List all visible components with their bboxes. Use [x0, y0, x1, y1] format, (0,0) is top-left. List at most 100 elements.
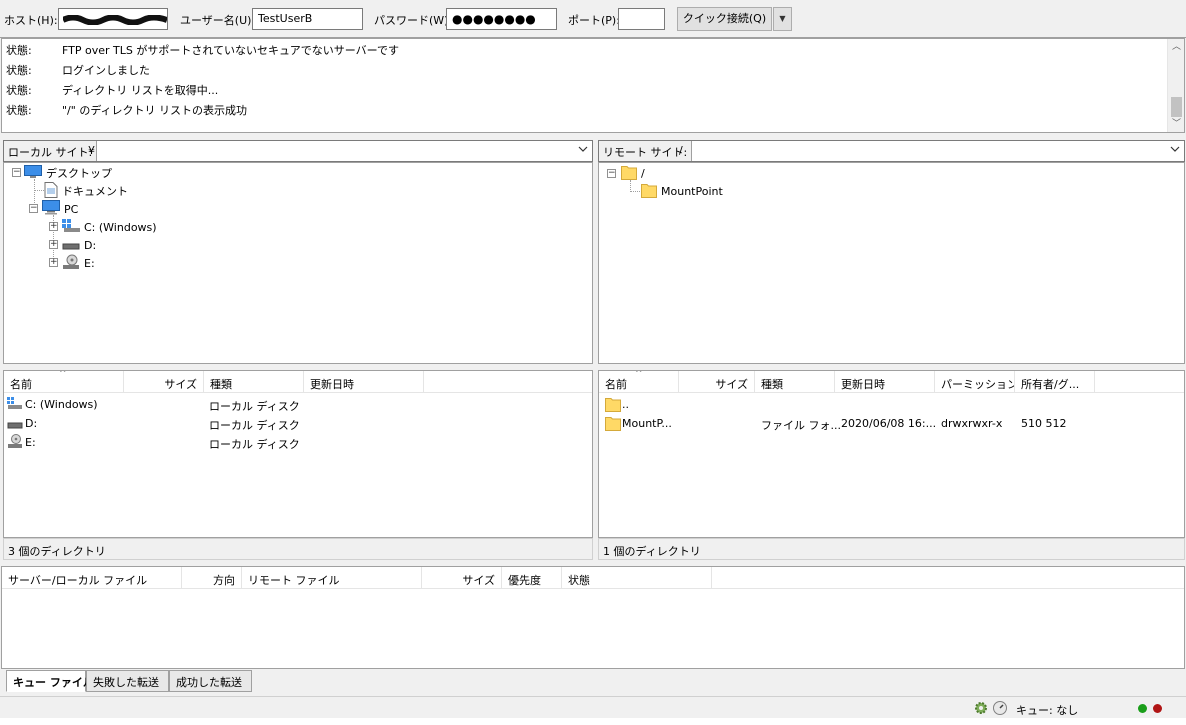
- tree-label: /: [641, 166, 645, 180]
- document-icon: [44, 181, 58, 201]
- column-header-owner[interactable]: 所有者/グ...: [1015, 371, 1095, 393]
- redaction-scribble: [63, 15, 167, 25]
- table-row[interactable]: C: (Windows) ローカル ディスク: [4, 396, 592, 415]
- local-site-bar: ローカル サイト: ¥: [3, 140, 593, 162]
- optical-drive-icon: [62, 254, 80, 273]
- tab-successful-transfers[interactable]: 成功した転送: [169, 670, 252, 692]
- column-header-size[interactable]: サイズ: [679, 371, 755, 393]
- expand-icon[interactable]: +: [49, 222, 58, 231]
- scroll-down-icon[interactable]: ﹀: [1168, 117, 1185, 131]
- column-header-modified[interactable]: 更新日時: [304, 371, 424, 393]
- system-drive-icon: [7, 397, 23, 414]
- column-header-modified[interactable]: 更新日時: [835, 371, 935, 393]
- tree-node-mountpoint[interactable]: MountPoint: [641, 182, 723, 200]
- tree-label: PC: [64, 202, 79, 216]
- tab-failed-transfers[interactable]: 失敗した転送: [86, 670, 169, 692]
- file-name: D:: [25, 417, 38, 430]
- tab-queued-files[interactable]: キュー ファイル: [6, 670, 94, 692]
- expand-icon[interactable]: +: [49, 240, 58, 249]
- folder-icon: [605, 415, 621, 434]
- local-status: 3 個のディレクトリ: [3, 538, 593, 560]
- folder-icon: [641, 182, 657, 201]
- column-header-permissions[interactable]: パーミッション: [935, 371, 1015, 393]
- file-type: ローカル ディスク: [209, 438, 300, 451]
- folder-icon: [605, 396, 621, 415]
- table-row[interactable]: E: ローカル ディスク: [4, 434, 592, 453]
- file-name: E:: [25, 436, 36, 449]
- tree-label: C: (Windows): [84, 220, 157, 234]
- file-type: ファイル フォ...: [761, 419, 841, 432]
- tree-node-documents[interactable]: ドキュメント: [44, 181, 128, 201]
- remote-site-path[interactable]: /: [679, 144, 683, 157]
- scroll-up-icon[interactable]: ︿: [1168, 40, 1185, 54]
- scroll-thumb[interactable]: [1171, 97, 1182, 117]
- log-status: 状態:: [6, 104, 32, 117]
- optical-drive-icon: [7, 434, 23, 452]
- log-row: 状態: FTP over TLS がサポートされていないセキュアでないサーバーです: [6, 42, 399, 62]
- remote-list-header: ^ 名前 サイズ 種類 更新日時 パーミッション 所有者/グ...: [599, 371, 1184, 393]
- log-status: 状態:: [6, 44, 32, 57]
- local-site-path[interactable]: ¥: [88, 144, 95, 157]
- table-row[interactable]: ..: [599, 396, 1184, 415]
- queue-status: キュー: なし: [1016, 704, 1079, 717]
- column-header-size[interactable]: サイズ: [422, 567, 502, 589]
- log-row: 状態: "/" のディレクトリ リストの表示成功: [6, 102, 247, 122]
- file-permissions: drwxrwxr-x: [941, 417, 1003, 430]
- computer-icon: [42, 200, 60, 218]
- table-row[interactable]: D: ローカル ディスク: [4, 415, 592, 434]
- chevron-down-icon[interactable]: [578, 144, 588, 157]
- tree-label: E:: [84, 256, 95, 270]
- tree-label: D:: [84, 238, 97, 252]
- remote-tree: − / MountPoint: [598, 162, 1185, 364]
- log-scrollbar[interactable]: ︿ ﹀: [1167, 39, 1184, 132]
- drive-icon: [62, 237, 80, 254]
- port-label: ポート(P):: [568, 14, 620, 27]
- column-header-type[interactable]: 種類: [204, 371, 304, 393]
- collapse-icon[interactable]: −: [12, 168, 21, 177]
- column-header-priority[interactable]: 優先度: [502, 567, 562, 589]
- host-label: ホスト(H):: [4, 14, 58, 27]
- log-row: 状態: ディレクトリ リストを取得中...: [6, 82, 218, 102]
- file-type: ローカル ディスク: [209, 419, 300, 432]
- transfer-queue: サーバー/ローカル ファイル 方向 リモート ファイル サイズ 優先度 状態: [1, 566, 1185, 669]
- column-header-remote-file[interactable]: リモート ファイル: [242, 567, 422, 589]
- activity-led-red-icon: [1153, 704, 1162, 713]
- expand-icon[interactable]: +: [49, 258, 58, 267]
- remote-status: 1 個のディレクトリ: [598, 538, 1185, 560]
- quickconnect-button[interactable]: クイック接続(Q): [677, 7, 772, 31]
- column-header-local-file[interactable]: サーバー/ローカル ファイル: [2, 567, 182, 589]
- username-input[interactable]: TestUserB: [252, 8, 363, 30]
- column-header-status[interactable]: 状態: [562, 567, 712, 589]
- column-header-type[interactable]: 種類: [755, 371, 835, 393]
- log-message: FTP over TLS がサポートされていないセキュアでないサーバーです: [62, 44, 400, 57]
- tree-node-desktop[interactable]: デスクトップ: [24, 164, 112, 182]
- quickconnect-history-dropdown[interactable]: ▼: [773, 7, 792, 31]
- tree-node-e-drive[interactable]: E:: [62, 254, 95, 272]
- background-window-strip: [0, 718, 1186, 725]
- host-input[interactable]: [58, 8, 168, 30]
- tree-node-d-drive[interactable]: D:: [62, 236, 96, 254]
- log-row: 状態: ログインしました: [6, 62, 150, 82]
- tree-node-pc[interactable]: PC: [42, 200, 78, 218]
- collapse-icon[interactable]: −: [29, 204, 38, 213]
- table-row[interactable]: MountP... ファイル フォ... 2020/06/08 16:... d…: [599, 415, 1184, 434]
- chevron-down-icon[interactable]: [1170, 144, 1180, 157]
- tree-label: ドキュメント: [62, 185, 128, 198]
- gear-icon[interactable]: [973, 700, 989, 719]
- log-message: ディレクトリ リストを取得中...: [62, 84, 219, 97]
- remote-file-list: ^ 名前 サイズ 種類 更新日時 パーミッション 所有者/グ... .. Moun…: [598, 370, 1185, 538]
- tree-node-c-drive[interactable]: C: (Windows): [62, 218, 157, 236]
- collapse-icon[interactable]: −: [607, 169, 616, 178]
- tree-node-root[interactable]: /: [621, 164, 645, 182]
- column-header-size[interactable]: サイズ: [124, 371, 204, 393]
- speed-limit-icon[interactable]: [992, 700, 1008, 719]
- port-input[interactable]: [618, 8, 665, 30]
- column-header-direction[interactable]: 方向: [182, 567, 242, 589]
- file-owner: 510 512: [1021, 417, 1067, 430]
- log-message: ログインしました: [62, 64, 150, 77]
- log-message: "/" のディレクトリ リストの表示成功: [62, 104, 248, 117]
- password-label: パスワード(W):: [374, 14, 453, 27]
- column-header-name[interactable]: ^ 名前: [599, 371, 679, 393]
- password-input[interactable]: ●●●●●●●●: [446, 8, 557, 30]
- column-header-name[interactable]: ^ 名前: [4, 371, 124, 393]
